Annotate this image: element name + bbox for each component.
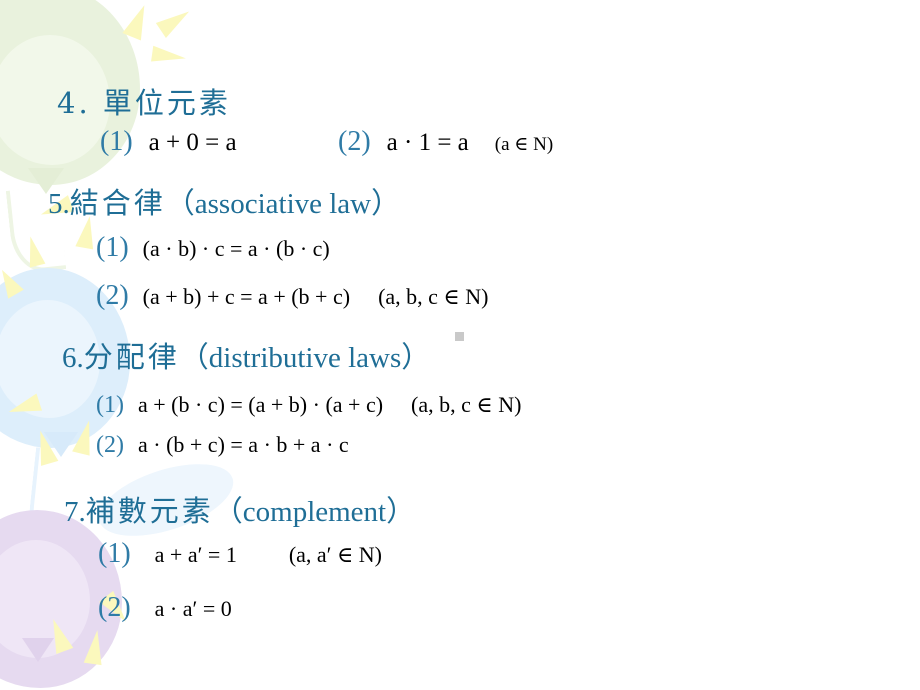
section-5-number: 5.: [48, 188, 70, 220]
section-4-title: 4. 單位元素: [57, 80, 231, 122]
section-4-item-2: (2) a · 1 = a (a ∈ N): [338, 126, 553, 158]
section-6-item-2: (2) a · (b + c) = a · b + a · c: [96, 432, 349, 459]
item-expression: a + 0 = a: [148, 129, 237, 156]
section-6-title: 6.分配律（distributive laws）: [62, 334, 430, 376]
section-6-item-1: (1) a + (b · c) = (a + b) · (a + c) (a, …: [96, 392, 521, 419]
item-marker: (1): [96, 392, 124, 418]
section-5-item-2: (2) (a + b) + c = a + (b + c) (a, b, c ∈…: [96, 280, 488, 312]
section-6-title-cjk: 分配律: [83, 340, 180, 374]
item-marker: (2): [96, 432, 124, 458]
section-7-item-2: (2) a · a′ = 0: [98, 592, 232, 624]
item-domain: (a, a′ ∈ N): [288, 542, 382, 567]
section-7-item-1: (1) a + a′ = 1 (a, a′ ∈ N): [98, 538, 382, 570]
item-expression: a · a′ = 0: [154, 596, 232, 621]
item-expression: a + (b · c) = (a + b) · (a + c): [137, 392, 384, 417]
section-5-title-latin: （associative law）: [165, 188, 401, 220]
item-marker: (2): [338, 126, 371, 157]
item-marker: (1): [100, 126, 133, 157]
item-expression: (a + b) + c = a + (b + c): [142, 284, 351, 309]
item-expression: a · 1 = a: [386, 129, 469, 156]
item-marker: (2): [98, 592, 131, 623]
item-expression: (a · b) · c = a · (b · c): [142, 236, 330, 261]
section-7-title-cjk: 補數元素: [85, 494, 214, 528]
section-7-title: 7.補數元素（complement）: [64, 488, 415, 530]
section-4-title-text: 4. 單位元素: [57, 86, 231, 120]
section-4-item-1: (1) a + 0 = a: [100, 126, 237, 158]
item-domain: (a, b, c ∈ N): [378, 284, 489, 309]
item-marker: (1): [98, 538, 131, 569]
section-6-number: 6.: [62, 342, 84, 374]
slide-canvas: 4. 單位元素 (1) a + 0 = a (2) a · 1 = a (a ∈…: [0, 0, 920, 690]
item-expression: a · (b + c) = a · b + a · c: [137, 432, 349, 457]
item-expression: a + a′ = 1: [154, 542, 237, 567]
section-6-title-latin: （distributive laws）: [179, 342, 431, 374]
section-7-number: 7.: [64, 496, 86, 528]
section-5-title: 5.結合律（associative law）: [48, 180, 400, 222]
slide-content: 4. 單位元素 (1) a + 0 = a (2) a · 1 = a (a ∈…: [0, 0, 920, 690]
item-domain: (a ∈ N): [494, 134, 554, 155]
item-marker: (1): [96, 232, 129, 263]
cursor-artifact: [455, 332, 464, 341]
item-marker: (2): [96, 280, 129, 311]
item-domain: (a, b, c ∈ N): [411, 392, 522, 417]
section-7-title-latin: （complement）: [213, 496, 416, 528]
section-5-title-cjk: 結合律: [69, 186, 166, 220]
section-5-item-1: (1) (a · b) · c = a · (b · c): [96, 232, 330, 264]
